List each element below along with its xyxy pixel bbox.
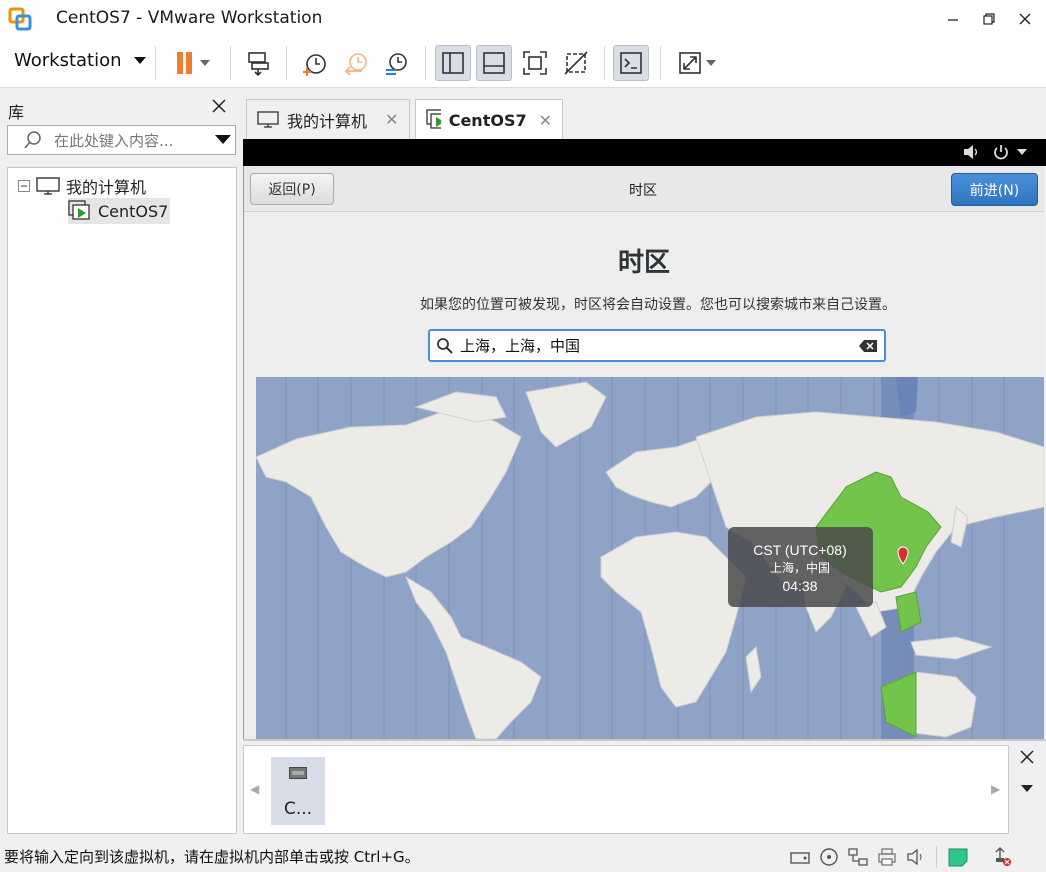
chevron-down-icon[interactable] bbox=[215, 135, 231, 145]
library-close-icon[interactable] bbox=[212, 97, 226, 118]
tooltip-zone: CST (UTC+08) bbox=[753, 542, 846, 558]
title-bar: CentOS7 - VMware Workstation bbox=[0, 0, 1046, 38]
window-title: CentOS7 - VMware Workstation bbox=[56, 8, 323, 28]
library-panel: 库 在此处键入内容... 我的计算机 CentOS7 bbox=[0, 89, 242, 835]
installer-header: 返回(P) 时区 前进(N) bbox=[244, 166, 1044, 212]
tab-close-icon[interactable]: ✕ bbox=[385, 110, 398, 129]
library-search-input[interactable]: 在此处键入内容... bbox=[7, 125, 236, 155]
volume-icon[interactable] bbox=[963, 144, 979, 160]
hard-disk-icon[interactable] bbox=[788, 846, 812, 868]
library-search-placeholder: 在此处键入内容... bbox=[54, 131, 174, 150]
workstation-menu-label: Workstation bbox=[14, 50, 122, 71]
library-title: 库 bbox=[8, 103, 25, 122]
workstation-menu[interactable]: Workstation bbox=[14, 50, 146, 71]
chevron-down-icon[interactable] bbox=[1017, 149, 1027, 156]
library-tree: 我的计算机 CentOS7 bbox=[7, 167, 237, 834]
timezone-search-input[interactable]: 上海，上海，中国 bbox=[428, 329, 886, 362]
revert-snapshot-icon[interactable] bbox=[338, 45, 374, 81]
unity-mode-icon[interactable] bbox=[558, 45, 594, 81]
sound-card-icon[interactable] bbox=[904, 846, 928, 868]
toolbar: Workstation bbox=[0, 38, 1046, 88]
next-button[interactable]: 前进(N) bbox=[951, 173, 1038, 206]
page-title: 时区 bbox=[617, 248, 670, 278]
printer-icon[interactable] bbox=[875, 846, 899, 868]
search-icon bbox=[437, 337, 453, 354]
network-adapter-icon[interactable] bbox=[846, 846, 870, 868]
stretch-guest-icon[interactable] bbox=[670, 45, 724, 81]
computer-icon bbox=[257, 110, 279, 128]
clear-input-icon[interactable] bbox=[858, 339, 878, 353]
timezone-search-value: 上海，上海，中国 bbox=[460, 337, 581, 355]
console-view-icon[interactable] bbox=[613, 45, 649, 81]
tab-my-computer[interactable]: 我的计算机 ✕ bbox=[246, 99, 410, 139]
status-bar: 要将输入定向到该虚拟机，请在虚拟机内部单击或按 Ctrl+G。 bbox=[0, 840, 1046, 872]
guest-top-bar bbox=[243, 139, 1046, 166]
thumbnail-bar-menu-icon[interactable] bbox=[1021, 782, 1033, 797]
collapse-icon[interactable] bbox=[18, 180, 30, 192]
timezone-map[interactable]: CST (UTC+08) 上海，中国 04:38 bbox=[256, 377, 1044, 739]
snapshot-icon[interactable] bbox=[296, 45, 332, 81]
show-library-icon[interactable] bbox=[435, 45, 471, 81]
tree-item-centos7[interactable]: CentOS7 bbox=[68, 198, 171, 224]
scroll-left-icon[interactable]: ◀ bbox=[250, 782, 259, 796]
tab-label: 我的计算机 bbox=[287, 111, 368, 131]
timezone-tooltip: CST (UTC+08) 上海，中国 04:38 bbox=[728, 527, 873, 607]
vm-running-icon bbox=[426, 109, 441, 129]
show-thumbnail-bar-icon[interactable] bbox=[476, 45, 512, 81]
scroll-right-icon[interactable]: ▶ bbox=[991, 782, 1000, 796]
tab-strip: 我的计算机 ✕ CentOS7 ✕ bbox=[243, 89, 1046, 140]
close-button[interactable] bbox=[1008, 6, 1042, 32]
power-icon[interactable] bbox=[992, 143, 1010, 161]
tab-centos7[interactable]: CentOS7 ✕ bbox=[415, 99, 563, 140]
tree-item-my-computer[interactable]: 我的计算机 bbox=[18, 174, 146, 198]
usb-disconnected-icon[interactable] bbox=[990, 846, 1014, 868]
chevron-down-icon bbox=[133, 56, 146, 64]
tab-label: CentOS7 bbox=[448, 110, 527, 130]
vm-running-icon bbox=[68, 200, 90, 220]
pause-button[interactable] bbox=[164, 45, 218, 81]
back-button[interactable]: 返回(P) bbox=[250, 173, 334, 205]
guest-bottom-divider bbox=[243, 739, 1046, 741]
message-log-icon[interactable] bbox=[946, 846, 970, 868]
vm-thumbnail-icon bbox=[289, 767, 307, 779]
cd-dvd-icon[interactable] bbox=[817, 846, 841, 868]
tree-item-label: 我的计算机 bbox=[66, 178, 147, 197]
status-message: 要将输入定向到该虚拟机，请在虚拟机内部单击或按 Ctrl+G。 bbox=[4, 848, 420, 866]
page-description: 如果您的位置可被发现，时区将会自动设置。您也可以搜索城市来自己设置。 bbox=[420, 297, 896, 313]
header-title: 时区 bbox=[629, 183, 657, 199]
tree-item-label: CentOS7 bbox=[98, 201, 169, 221]
vmware-logo-icon bbox=[8, 7, 32, 31]
thumbnail-bar-close-icon[interactable] bbox=[1020, 750, 1034, 768]
thumbnail-bar: ◀ C... ▶ bbox=[243, 745, 1009, 834]
thumbnail-centos7[interactable]: C... bbox=[271, 757, 325, 825]
full-screen-icon[interactable] bbox=[517, 45, 553, 81]
thumbnail-label: C... bbox=[283, 799, 313, 819]
search-icon bbox=[24, 131, 41, 149]
send-ctrl-alt-del-icon[interactable] bbox=[240, 45, 276, 81]
tab-close-icon[interactable]: ✕ bbox=[539, 111, 552, 130]
guest-screen[interactable]: 返回(P) 时区 前进(N) 时区 如果您的位置可被发现，时区将会自动设置。您也… bbox=[243, 166, 1044, 739]
tooltip-place: 上海，中国 bbox=[770, 560, 830, 575]
restore-button[interactable] bbox=[972, 6, 1006, 32]
minimize-button[interactable] bbox=[936, 6, 970, 32]
computer-icon bbox=[36, 177, 60, 195]
tooltip-time: 04:38 bbox=[782, 578, 817, 594]
snapshot-manager-icon[interactable] bbox=[378, 45, 414, 81]
